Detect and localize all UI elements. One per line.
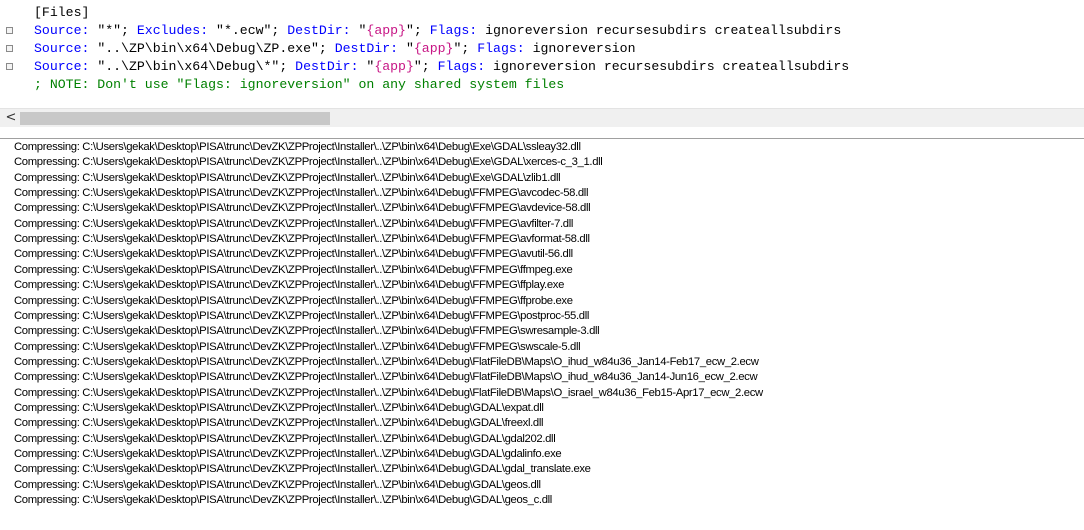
gutter (0, 76, 18, 94)
code-token: Source: (34, 59, 90, 74)
code-token: " (350, 23, 367, 38)
code-token: "; (405, 23, 430, 38)
log-line: Compressing: C:\Users\gekak\Desktop\PISA… (14, 187, 589, 200)
code-token: Excludes: (136, 23, 209, 38)
code-token: "; (453, 41, 478, 56)
log-line: Compressing: C:\Users\gekak\Desktop\PISA… (14, 171, 561, 184)
log-line: Compressing: C:\Users\gekak\Desktop\PISA… (14, 340, 581, 353)
log-line: Compressing: C:\Users\gekak\Desktop\PISA… (14, 156, 603, 169)
code-token: "*"; (89, 23, 137, 38)
log-line: Compressing: C:\Users\gekak\Desktop\PISA… (14, 325, 600, 338)
gutter (0, 58, 18, 76)
breakpoint-marker-icon[interactable] (6, 27, 13, 34)
code-text: Source: "..\ZP\bin\x64\Debug\ZP.exe"; De… (34, 40, 635, 58)
log-line: Compressing: C:\Users\gekak\Desktop\PISA… (14, 448, 562, 460)
code-token: Flags: (437, 59, 486, 74)
code-token: " (398, 41, 414, 56)
log-line: Compressing: C:\Users\gekak\Desktop\PISA… (14, 401, 544, 414)
log-line: Compressing: C:\Users\gekak\Desktop\PISA… (14, 371, 758, 384)
code-token: ignoreversion recursesubdirs createallsu… (485, 59, 850, 74)
log-line: Compressing: C:\Users\gekak\Desktop\PISA… (14, 494, 552, 507)
log-line: Compressing: C:\Users\gekak\Desktop\PISA… (14, 386, 763, 399)
log-line: Compressing: C:\Users\gekak\Desktop\PISA… (14, 463, 591, 476)
gutter (0, 4, 18, 22)
log-line: Compressing: C:\Users\gekak\Desktop\PISA… (14, 233, 590, 246)
code-token: [Files] (34, 5, 90, 20)
code-text: [Files] (34, 4, 89, 22)
scroll-left-arrow-icon[interactable]: < (4, 109, 18, 127)
code-token: Flags: (477, 41, 525, 56)
horizontal-scrollbar[interactable]: < (0, 108, 1084, 127)
code-token: DestDir: (334, 41, 399, 56)
code-token: "*.ecw"; (208, 23, 288, 38)
code-token: " (358, 59, 375, 74)
editor-line[interactable]: Source: "*"; Excludes: "*.ecw"; DestDir:… (0, 22, 1084, 40)
code-token: {app} (374, 59, 414, 74)
log-line: Compressing: C:\Users\gekak\Desktop\PISA… (14, 263, 573, 276)
log-line: Compressing: C:\Users\gekak\Desktop\PISA… (14, 294, 573, 307)
code-token: Flags: (429, 23, 478, 38)
editor-line[interactable]: Source: "..\ZP\bin\x64\Debug\ZP.exe"; De… (0, 40, 1084, 58)
log-line: Compressing: C:\Users\gekak\Desktop\PISA… (14, 217, 574, 230)
code-token: Source: (34, 41, 90, 56)
code-token: ignoreversion (524, 41, 636, 56)
log-line: Compressing: C:\Users\gekak\Desktop\PISA… (14, 141, 581, 153)
gutter (0, 40, 18, 58)
code-token: "..\ZP\bin\x64\Debug\ZP.exe"; (89, 41, 335, 56)
log-line: Compressing: C:\Users\gekak\Desktop\PISA… (14, 202, 591, 215)
log-line: Compressing: C:\Users\gekak\Desktop\PISA… (14, 355, 759, 368)
breakpoint-marker-icon[interactable] (6, 45, 13, 52)
code-token: DestDir: (287, 23, 351, 38)
gutter (0, 22, 18, 40)
code-token: "..\ZP\bin\x64\Debug\*"; (89, 59, 296, 74)
log-line: Compressing: C:\Users\gekak\Desktop\PISA… (14, 478, 541, 491)
log-line: Compressing: C:\Users\gekak\Desktop\PISA… (14, 248, 573, 261)
code-token: DestDir: (295, 59, 359, 74)
code-token: ignoreversion recursesubdirs createallsu… (477, 23, 842, 38)
code-text: Source: "*"; Excludes: "*.ecw"; DestDir:… (34, 22, 841, 40)
script-editor[interactable]: [Files] Source: "*"; Excludes: "*.ecw"; D… (0, 0, 1084, 108)
code-token: {app} (366, 23, 406, 38)
code-token: ; NOTE: Don't use "Flags: ignoreversion"… (34, 77, 565, 92)
editor-line[interactable]: Source: "..\ZP\bin\x64\Debug\*"; DestDir… (0, 58, 1084, 76)
editor-line[interactable]: ; NOTE: Don't use "Flags: ignoreversion"… (0, 76, 1084, 94)
breakpoint-marker-icon[interactable] (6, 63, 13, 70)
editor-line[interactable]: [Files] (0, 4, 1084, 22)
compiler-output-log: Compressing: C:\Users\gekak\Desktop\PISA… (0, 140, 1084, 530)
code-token: Source: (34, 23, 90, 38)
log-line: Compressing: C:\Users\gekak\Desktop\PISA… (14, 279, 564, 292)
code-token: {app} (413, 41, 454, 56)
code-text: Source: "..\ZP\bin\x64\Debug\*"; DestDir… (34, 58, 849, 76)
pane-divider[interactable] (0, 138, 1084, 139)
log-line: Compressing: C:\Users\gekak\Desktop\PISA… (14, 309, 590, 322)
code-token: "; (413, 59, 438, 74)
log-line: Compressing: C:\Users\gekak\Desktop\PISA… (14, 417, 544, 430)
log-line: Compressing: C:\Users\gekak\Desktop\PISA… (14, 432, 556, 445)
scrollbar-thumb[interactable] (20, 112, 330, 125)
code-text: ; NOTE: Don't use "Flags: ignoreversion"… (34, 76, 564, 94)
